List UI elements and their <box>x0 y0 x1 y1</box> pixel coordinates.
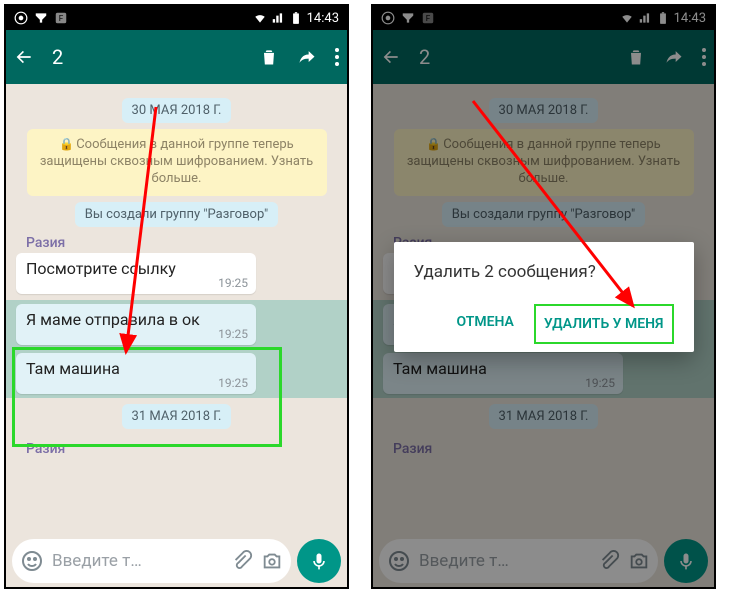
input-bar: Введите т… <box>6 535 347 587</box>
message-time: 19:25 <box>26 376 248 390</box>
app-icon-1 <box>14 11 28 25</box>
more-icon[interactable] <box>335 48 339 66</box>
status-time: 14:43 <box>307 11 339 26</box>
message-time: 19:25 <box>26 276 248 290</box>
sender-name: Разия <box>16 233 337 251</box>
cancel-button[interactable]: ОТМЕНА <box>449 304 522 344</box>
input-placeholder: Введите т… <box>52 551 223 571</box>
wifi-icon <box>253 11 267 25</box>
delete-for-me-button[interactable]: УДАЛИТЬ У МЕНЯ <box>534 304 674 344</box>
sender-name: Разия <box>16 439 337 457</box>
delete-icon[interactable] <box>259 47 279 67</box>
chat-body: 30 МАЯ 2018 Г. 🔒Сообщения в данной групп… <box>6 84 347 535</box>
emoji-icon[interactable] <box>20 549 44 573</box>
system-message: Вы создали группу "Разговор" <box>75 202 278 227</box>
phone-left: F 14:43 2 30 МАЯ 2018 Г. 🔒Сообщения в да… <box>4 4 349 589</box>
phone-right: F 14:43 2 30 МАЯ 2018 Г. 🔒Сообщения в да… <box>371 4 716 589</box>
message-bubble-selected[interactable]: Я маме отправила в ок 19:25 <box>16 304 256 345</box>
dialog-overlay[interactable]: Удалить 2 сообщения? ОТМЕНА УДАЛИТЬ У МЕ… <box>373 6 714 587</box>
back-icon[interactable] <box>14 47 34 67</box>
date-badge: 31 МАЯ 2018 Г. <box>122 404 232 429</box>
mic-icon <box>309 551 329 571</box>
forward-icon[interactable] <box>297 47 317 67</box>
message-bubble[interactable]: Посмотрите ссылку 19:25 <box>16 253 256 294</box>
date-badge: 30 МАЯ 2018 Г. <box>122 98 232 123</box>
attach-icon[interactable] <box>231 550 253 572</box>
selection-count: 2 <box>52 45 63 69</box>
mic-button[interactable] <box>297 539 341 583</box>
status-bar: F 14:43 <box>6 6 347 30</box>
battery-icon <box>289 11 303 25</box>
delete-dialog: Удалить 2 сообщения? ОТМЕНА УДАЛИТЬ У МЕ… <box>394 242 694 352</box>
selection-toolbar: 2 <box>6 30 347 84</box>
dialog-title: Удалить 2 сообщения? <box>414 262 674 282</box>
signal-icon <box>271 11 285 25</box>
message-bubble-selected[interactable]: Там машина 19:25 <box>16 353 256 394</box>
camera-icon[interactable] <box>261 550 283 572</box>
encryption-notice[interactable]: 🔒Сообщения в данной группе теперь защище… <box>27 129 327 196</box>
message-time: 19:25 <box>26 327 248 341</box>
svg-text:F: F <box>59 13 64 23</box>
app-icon-3: F <box>54 11 68 25</box>
app-icon-2 <box>34 11 48 25</box>
message-input[interactable]: Введите т… <box>12 539 291 583</box>
lock-icon: 🔒 <box>59 137 74 151</box>
